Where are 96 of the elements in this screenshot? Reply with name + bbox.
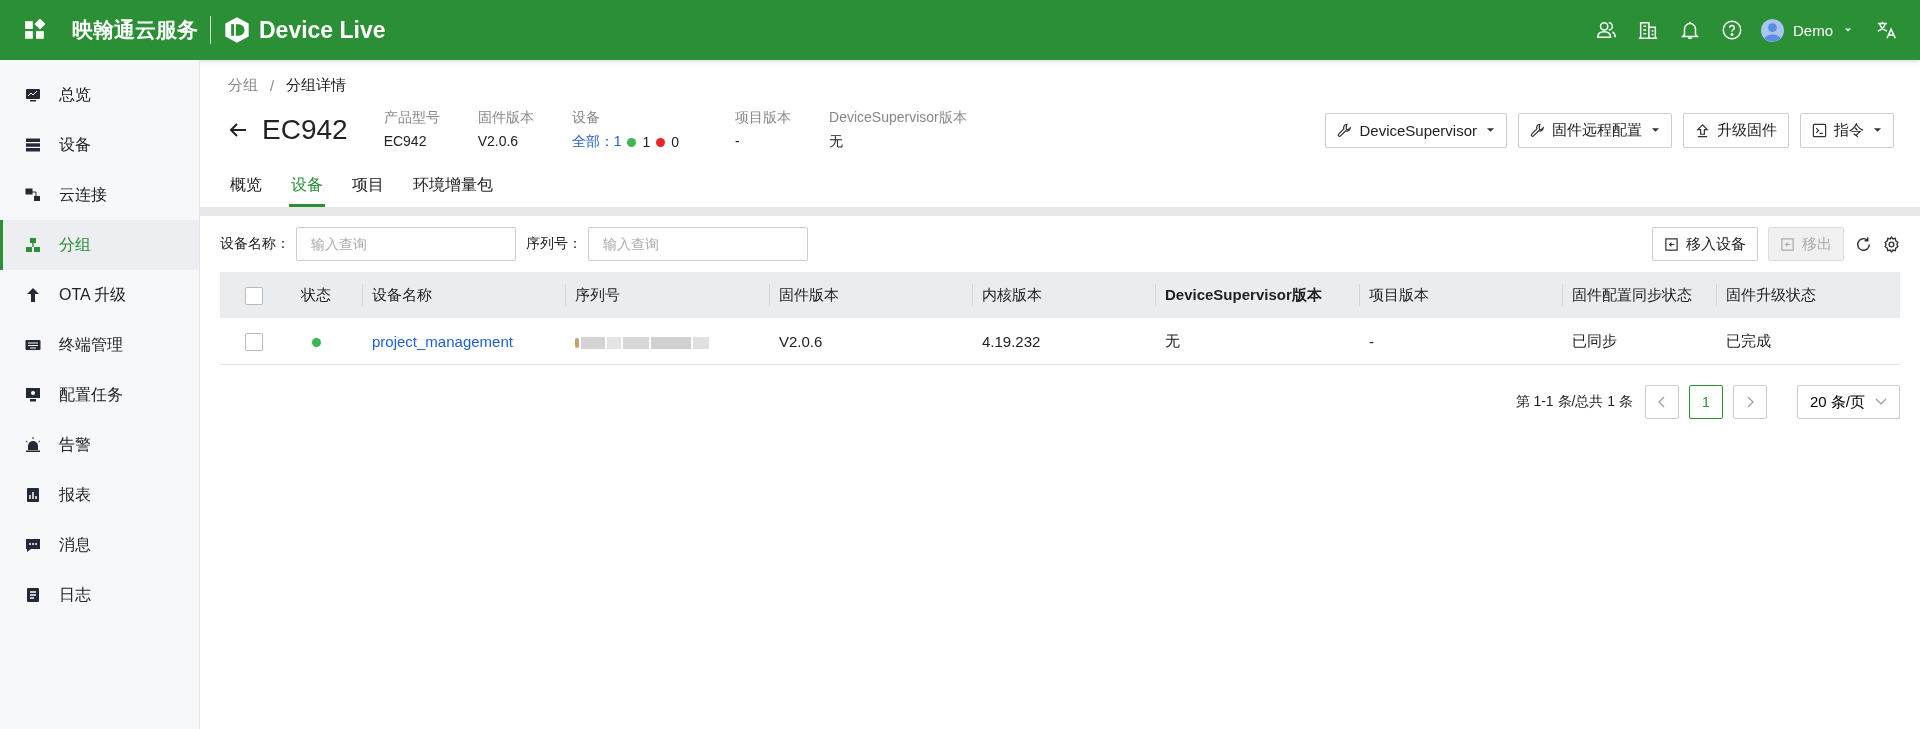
offline-dot [656, 137, 666, 147]
wrench-icon [1337, 122, 1353, 138]
sidebar-item[interactable]: 总览 [0, 70, 199, 120]
column-header: 固件版本 [779, 285, 839, 303]
arrow-up-icon [25, 287, 41, 303]
settings-icon[interactable] [1883, 235, 1900, 253]
chevron-down-icon [1875, 398, 1887, 406]
column-header: 固件升级状态 [1726, 285, 1816, 303]
hierarchy-icon [25, 237, 41, 253]
user-group-icon[interactable] [1595, 19, 1617, 41]
column-header: 内核版本 [982, 285, 1042, 303]
sidebar-item[interactable]: OTA 升级 [0, 270, 199, 320]
server-icon [25, 137, 41, 153]
info-label: 固件版本 [477, 109, 535, 127]
sidebar-item[interactable]: 分组 [0, 220, 199, 270]
table-cell: 已同步 [1572, 331, 1617, 349]
info-value: - [735, 133, 741, 149]
monitor-icon [25, 87, 41, 103]
page-title: EC942 [262, 114, 348, 146]
search-field[interactable]: 输入查询 [296, 227, 516, 261]
info-label: 产品型号 [383, 109, 441, 127]
pagination-summary: 第 1-1 条/总共 1 条 [1515, 393, 1633, 411]
info-label: 设备 [571, 109, 601, 127]
sidebar-item[interactable]: 配置任务 [0, 370, 199, 420]
brand-name: 映翰通云服务 [72, 17, 198, 43]
breadcrumb-item: 分组详情 [286, 76, 347, 95]
select-all-checkbox[interactable] [245, 286, 263, 305]
column-header: DeviceSupervisor版本 [1165, 285, 1322, 303]
column-header: 固件配置同步状态 [1572, 285, 1692, 303]
chevron-left-icon [1657, 396, 1666, 408]
filter-label: 序列号： [526, 235, 582, 253]
breadcrumb-item[interactable]: 分组 [228, 76, 258, 95]
bell-icon[interactable] [1679, 19, 1701, 41]
toolbar-button[interactable]: 移入设备 [1652, 227, 1758, 261]
info-value: EC942 [383, 133, 428, 149]
sidebar-item[interactable]: 终端管理 [0, 320, 199, 370]
caret-icon[interactable] [1844, 27, 1852, 33]
sidebar-item[interactable]: 云连接 [0, 170, 199, 220]
filter-label: 设备名称： [220, 235, 290, 253]
avatar-icon[interactable] [1761, 18, 1784, 42]
keyboard-icon [25, 337, 41, 353]
chat-icon [25, 537, 41, 553]
action-button[interactable]: DeviceSupervisor [1325, 112, 1507, 148]
sidebar-item[interactable]: 消息 [0, 520, 199, 570]
row-checkbox[interactable] [245, 332, 263, 351]
action-button[interactable]: 升级固件 [1683, 112, 1789, 148]
translate-icon[interactable] [1876, 19, 1898, 41]
move-icon [1780, 236, 1795, 252]
info-label: 项目版本 [735, 109, 792, 127]
online-count: 1 [642, 134, 651, 150]
siren-icon [25, 437, 41, 453]
user-name[interactable]: Demo [1793, 21, 1833, 39]
column-header: 序列号 [575, 285, 620, 303]
sidebar-item[interactable]: 报表 [0, 470, 199, 520]
table-cell: 4.19.232 [982, 332, 1041, 350]
help-icon[interactable] [1721, 19, 1743, 41]
tab[interactable]: 环境增量包 [411, 171, 495, 207]
page-button[interactable]: 1 [1688, 385, 1723, 419]
logo-icon [223, 16, 251, 44]
upload-icon [1695, 122, 1710, 138]
sidebar-item[interactable]: 告警 [0, 420, 199, 470]
product-name: Device Live [259, 16, 386, 44]
page-size-select[interactable]: 20 条/页 [1796, 385, 1900, 419]
table-cell: 无 [1165, 331, 1180, 349]
terminal-icon [1812, 122, 1827, 138]
sidebar-item[interactable]: 设备 [0, 120, 199, 170]
apps-icon[interactable] [24, 19, 46, 41]
tab[interactable]: 项目 [350, 171, 386, 207]
action-button[interactable]: 固件远程配置 [1518, 112, 1672, 148]
connection-icon [25, 187, 41, 203]
table-cell: - [1369, 332, 1374, 350]
action-button[interactable]: 指令 [1800, 112, 1894, 148]
offline-count: 0 [671, 134, 679, 150]
online-dot [627, 137, 637, 147]
sidebar-item[interactable]: 日志 [0, 570, 199, 620]
table-cell: V2.0.6 [779, 332, 823, 350]
display-icon [25, 387, 41, 403]
column-header: 状态 [301, 285, 331, 303]
document-icon [25, 587, 41, 603]
device-total-link[interactable]: 全部：1 [571, 133, 622, 151]
info-value: 无 [829, 133, 844, 151]
column-header: 设备名称 [372, 285, 432, 303]
info-value: V2.0.6 [477, 133, 520, 149]
search-field[interactable]: 输入查询 [588, 227, 808, 261]
refresh-icon[interactable] [1855, 235, 1872, 253]
column-header: 项目版本 [1369, 285, 1429, 303]
report-icon [25, 487, 41, 503]
tab[interactable]: 概览 [228, 171, 264, 207]
chevron-right-icon [1745, 396, 1754, 408]
breadcrumb-separator: / [270, 77, 275, 94]
info-label: DeviceSupervisor版本 [829, 109, 967, 127]
device-name-link[interactable]: project_management [372, 332, 513, 350]
table-cell: 已完成 [1726, 331, 1771, 349]
wrench-icon [1530, 122, 1545, 138]
building-icon[interactable] [1637, 19, 1659, 41]
move-icon [1664, 236, 1679, 252]
